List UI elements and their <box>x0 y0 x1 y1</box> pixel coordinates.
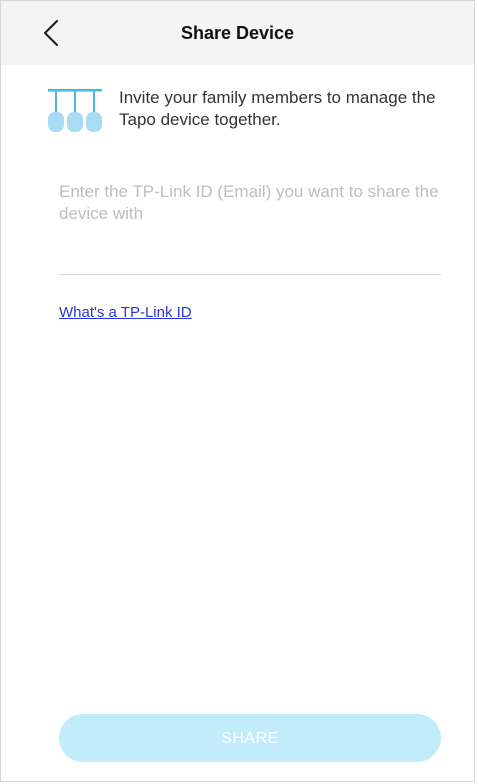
email-input[interactable] <box>59 181 441 251</box>
share-people-icon <box>48 89 102 132</box>
page-title: Share Device <box>180 23 295 43</box>
intro-text: Invite your family members to manage the… <box>119 88 436 129</box>
top-bar: Share Device <box>1 1 474 65</box>
share-button[interactable]: SHARE <box>59 714 441 762</box>
tplink-id-field <box>59 181 441 275</box>
input-underline <box>59 274 441 275</box>
app-screen: Share Device Invite your family members … <box>0 0 475 782</box>
intro-section: Invite your family members to manage the… <box>47 87 447 143</box>
whats-tplink-id-link[interactable]: What's a TP-Link ID <box>59 304 192 321</box>
